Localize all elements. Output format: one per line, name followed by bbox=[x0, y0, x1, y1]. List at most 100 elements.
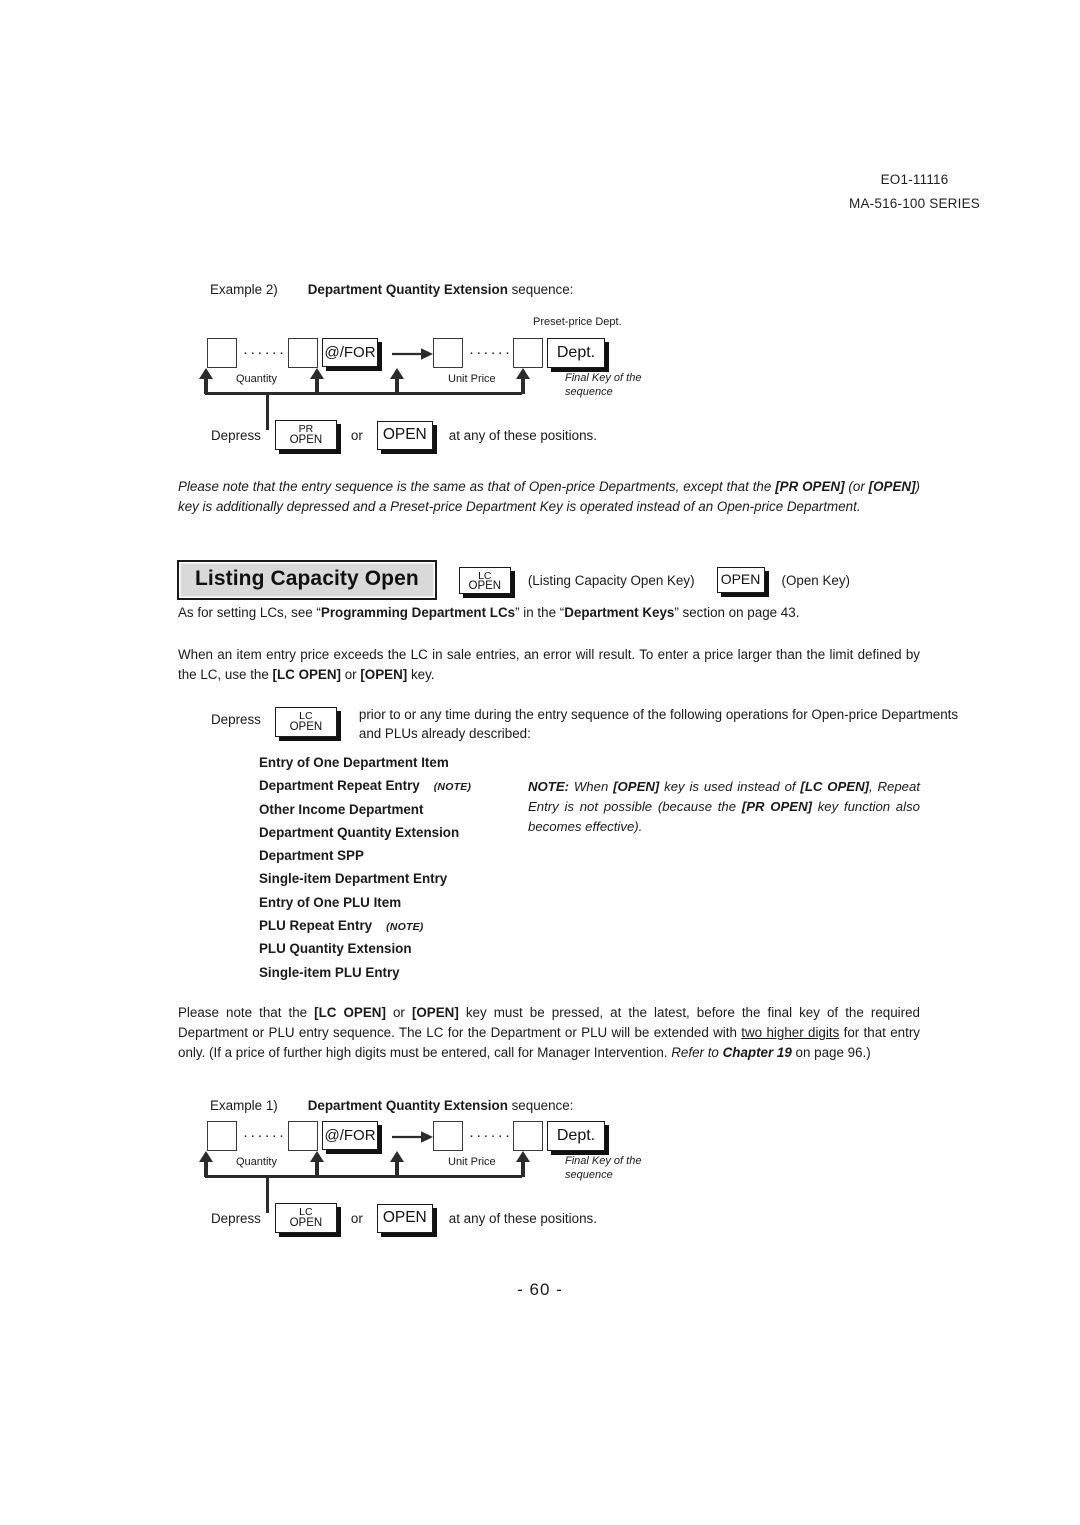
open-key-bottom[interactable]: OPEN bbox=[376, 1203, 433, 1233]
closing-paragraph: Please note that the [LC OPEN] or [OPEN]… bbox=[178, 1003, 920, 1062]
depress-word: Depress bbox=[211, 1210, 261, 1226]
lcintro-part2: or bbox=[340, 666, 361, 682]
sequence-arrow-icon bbox=[392, 345, 434, 368]
open-key-heading[interactable]: OPEN bbox=[716, 567, 765, 593]
preset-price-dept-label: Preset-price Dept. bbox=[533, 316, 622, 328]
unitprice-digit-box-first bbox=[433, 1121, 463, 1151]
for-key[interactable]: @/FOR bbox=[322, 1121, 378, 1150]
closing-bold1: [LC OPEN] bbox=[314, 1005, 386, 1020]
depress-lc-line1: prior to or any time during the entry se… bbox=[358, 707, 878, 722]
operation-label: Other Income Department bbox=[259, 801, 424, 817]
open-key[interactable]: OPEN bbox=[376, 420, 433, 450]
header-doc-code: EO1-11116 bbox=[880, 172, 949, 187]
depress-lc-open-block: Depress LC OPEN prior to or any time dur… bbox=[211, 705, 979, 744]
list-item: Entry of One Department Item bbox=[259, 752, 473, 775]
example2-caption: Example 2) Department Quantity Extension … bbox=[210, 282, 573, 297]
lc-open-bottom-line2: OPEN bbox=[289, 1216, 323, 1229]
flow-rail bbox=[205, 392, 522, 396]
closing-italic1: Refer to bbox=[671, 1044, 723, 1060]
lc-open-inline-line2: OPEN bbox=[289, 720, 323, 733]
note-para-part2: (or bbox=[844, 479, 869, 494]
note-bold2: [LC OPEN] bbox=[800, 779, 869, 794]
operation-label: Department Repeat Entry bbox=[259, 778, 420, 794]
section-heading-row: Listing Capacity Open LC OPEN (Listing C… bbox=[177, 560, 850, 600]
depress-tail-text: at any of these positions. bbox=[448, 1210, 597, 1226]
lc-reference-line: As for setting LCs, see “Programming Dep… bbox=[178, 603, 920, 623]
pr-open-key[interactable]: PR OPEN bbox=[274, 420, 337, 450]
operation-label: Entry of One PLU Item bbox=[259, 894, 402, 910]
list-item: Department Quantity Extension bbox=[259, 822, 473, 845]
example2-depress-row: Depress PR OPEN or OPEN at any of these … bbox=[211, 420, 597, 450]
note-callout: NOTE: When [OPEN] key is used instead of… bbox=[528, 777, 920, 836]
final-key-note: Final Key of the sequence bbox=[565, 372, 641, 400]
note-bold1: [OPEN] bbox=[613, 779, 660, 794]
depress-lc-word: Depress bbox=[211, 712, 261, 727]
flow-rail bbox=[205, 1175, 522, 1179]
operation-note: (NOTE) bbox=[386, 921, 424, 934]
depress-tail-text: at any of these positions. bbox=[448, 427, 597, 443]
operation-note: (NOTE) bbox=[433, 781, 472, 794]
flow-up-stem-1 bbox=[204, 378, 208, 394]
final-key-note-line2: sequence bbox=[565, 385, 613, 398]
quantity-digit-box-first bbox=[207, 338, 237, 368]
operation-label: Entry of One Department Item bbox=[259, 755, 449, 770]
for-key[interactable]: @/FOR bbox=[322, 338, 378, 367]
ref-bold2: Department Keys bbox=[564, 605, 675, 620]
note-lead: NOTE: bbox=[528, 779, 570, 794]
example2-title-tail: sequence: bbox=[507, 282, 574, 297]
dept-key[interactable]: Dept. bbox=[547, 338, 605, 368]
closing-underline1: two higher digits bbox=[741, 1024, 840, 1040]
note-para-bold2: [OPEN] bbox=[868, 479, 916, 494]
lcintro-part3: key. bbox=[407, 666, 435, 682]
lc-open-key-inline[interactable]: LC OPEN bbox=[274, 707, 337, 737]
depress-lc-text: prior to or any time during the entry se… bbox=[359, 705, 979, 744]
final-key-note: Final Key of the sequence bbox=[565, 1155, 641, 1183]
closing-part5: on page 96.) bbox=[791, 1044, 871, 1060]
example2-label: Example 2) bbox=[210, 282, 278, 297]
ref-part1: As for setting LCs, see “ bbox=[178, 605, 321, 620]
lc-open-key-caption: (Listing Capacity Open Key) bbox=[527, 572, 695, 588]
or-word: or bbox=[350, 1210, 363, 1226]
unit-price-label: Unit Price bbox=[448, 373, 496, 385]
depress-word: Depress bbox=[211, 427, 261, 443]
quantity-dots: ······· bbox=[243, 1127, 294, 1144]
example2-title: Department Quantity Extension bbox=[307, 282, 508, 297]
flow-up-stem-2 bbox=[315, 1161, 319, 1177]
flow-up-stem-2 bbox=[315, 378, 319, 394]
list-item: Other Income Department bbox=[259, 799, 473, 822]
unit-price-label: Unit Price bbox=[448, 1156, 496, 1168]
header-series: MA-516-100 SERIES bbox=[849, 195, 980, 211]
flow-up-stem-3 bbox=[395, 378, 399, 394]
open-key-caption: (Open Key) bbox=[781, 572, 851, 588]
preset-price-note-paragraph: Please note that the entry sequence is t… bbox=[178, 477, 920, 517]
closing-part1: Please note that the bbox=[178, 1005, 315, 1020]
lc-open-key-bottom[interactable]: LC OPEN bbox=[274, 1203, 337, 1233]
closing-part2: or bbox=[385, 1005, 412, 1020]
unitprice-digit-box-last bbox=[513, 338, 543, 368]
pr-open-key-line2: OPEN bbox=[289, 433, 323, 446]
or-word: or bbox=[350, 427, 363, 443]
flow-up-stem-1 bbox=[204, 1161, 208, 1177]
operation-label: Department SPP bbox=[259, 848, 364, 864]
quantity-digit-box-first bbox=[207, 1121, 237, 1151]
operation-label: PLU Repeat Entry bbox=[259, 918, 373, 934]
flow-up-stem-4 bbox=[521, 378, 525, 394]
operation-label: Single-item PLU Entry bbox=[259, 964, 400, 980]
unitprice-digit-box-first bbox=[433, 338, 463, 368]
example2-flow-diagram: Preset-price Dept. ······· Quantity @/FO… bbox=[199, 312, 641, 430]
list-item: Department Repeat Entry (NOTE) bbox=[259, 775, 473, 798]
note-para-part1: Please note that the entry sequence is t… bbox=[178, 479, 776, 494]
example1-flow-diagram: ······· Quantity @/FOR ······· Unit Pric… bbox=[199, 1095, 641, 1213]
quantity-digit-box-last bbox=[288, 1121, 318, 1151]
dept-key[interactable]: Dept. bbox=[547, 1121, 605, 1151]
quantity-dots: ······· bbox=[243, 344, 294, 361]
closing-bold2: [OPEN] bbox=[411, 1005, 459, 1020]
sequence-arrow-icon bbox=[392, 1128, 434, 1151]
note-part1: When bbox=[569, 779, 614, 794]
example1-depress-row: Depress LC OPEN or OPEN at any of these … bbox=[211, 1203, 597, 1233]
unitprice-dots: ······· bbox=[469, 1127, 520, 1144]
final-key-note-line2: sequence bbox=[565, 1168, 613, 1181]
lc-open-key[interactable]: LC OPEN bbox=[458, 566, 511, 594]
quantity-digit-box-last bbox=[288, 338, 318, 368]
operation-label: PLU Quantity Extension bbox=[259, 941, 412, 957]
